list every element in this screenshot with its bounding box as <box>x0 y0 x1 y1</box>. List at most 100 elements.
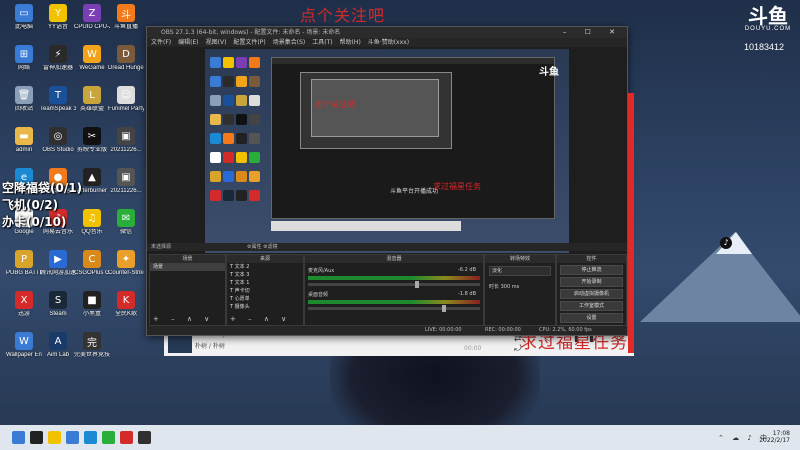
desktop-icon[interactable]: A Aim Lab <box>40 332 76 359</box>
desktop-icon[interactable]: ⊞ 网络 <box>6 45 42 72</box>
control-button[interactable]: 停止推流 <box>560 265 623 275</box>
controls-dock-title: 控件 <box>557 255 626 263</box>
volume-knob[interactable] <box>442 305 447 312</box>
taskbar-app-icon[interactable] <box>138 431 151 444</box>
desktop-icon-label: 雷神加速器 <box>42 65 73 71</box>
taskbar-app-icon[interactable] <box>84 431 97 444</box>
overlay-task-list: 空降福袋(0/1) 飞机(0/2) 办卡(0/10) <box>2 180 142 231</box>
desktop-icon[interactable]: X 迅游 <box>6 291 42 318</box>
app-icon: ■ <box>83 291 101 309</box>
desktop-icon[interactable]: Y YY语音 <box>40 4 76 31</box>
taskbar-app-icon[interactable] <box>120 431 133 444</box>
source-item[interactable]: T 文本 1 <box>227 279 303 287</box>
desktop-icon-label: 回收站 <box>14 106 33 112</box>
mixer-channel: 桌面音频 -1.8 dB <box>308 291 480 312</box>
app-icon: X <box>15 291 33 309</box>
red-edge-strip <box>628 93 634 353</box>
desktop-icon[interactable]: 完完美世界竞技平台 <box>74 332 110 359</box>
control-button[interactable]: 设置 <box>560 313 623 323</box>
desktop-icon[interactable]: ▶ 腾讯网游加速器 <box>40 250 76 277</box>
nested-obs-window: 斗鱼平台开播成功 <box>271 57 555 219</box>
volume-knob[interactable] <box>414 281 419 288</box>
source-props-buttons[interactable]: ⚙属性 ⚙滤镜 <box>247 243 278 251</box>
desktop-icon[interactable]: ■ 小黑盒 <box>74 291 110 318</box>
transition-select[interactable]: 淡化 <box>489 266 551 276</box>
desktop-icon[interactable]: L 英雄联盟 <box>74 86 110 113</box>
desktop-icon[interactable]: ☺ Funimel Party <box>108 86 144 113</box>
window-controls[interactable]: – ☐ ✕ <box>563 27 623 38</box>
menu-item[interactable]: 斗鱼·赞助(xxx) <box>368 39 409 46</box>
taskbar-app-icon[interactable] <box>66 431 79 444</box>
desktop-icon-label: 英雄联盟 <box>79 106 104 112</box>
scene-item[interactable]: 场景 <box>150 263 225 271</box>
status-rec: REC: 00:00:00 <box>485 327 521 333</box>
preview-app-icon <box>249 171 260 182</box>
preview-app-icon <box>249 152 260 163</box>
source-item[interactable]: T 文本 3 <box>227 271 303 279</box>
desktop-icon[interactable]: D Dread Hunger <box>108 45 144 72</box>
desktop-icon[interactable]: ▣ 20211226... <box>108 127 144 154</box>
source-item[interactable]: T 心愿单 <box>227 295 303 303</box>
taskbar-app-icon[interactable] <box>48 431 61 444</box>
desktop-icon[interactable]: ◎ OBS Studio <box>40 127 76 154</box>
controls-dock: 控件 停止推流开始录制启动虚拟摄像机工作室模式设置退出 <box>556 254 627 335</box>
taskbar-app-icon[interactable] <box>30 431 43 444</box>
mixer-dock-title: 混音器 <box>305 255 483 263</box>
menu-item[interactable]: 场景集合(S) <box>273 39 306 46</box>
channel-name: 桌面音频 <box>308 292 329 298</box>
desktop-icon[interactable]: ▬ admin <box>6 127 42 154</box>
app-icon: ☺ <box>117 86 135 104</box>
menu-item[interactable]: 帮助(H) <box>340 39 361 46</box>
desktop-icon[interactable]: ▭ 此电脑 <box>6 4 42 31</box>
taskbar-app-icon[interactable] <box>102 431 115 444</box>
volume-slider[interactable] <box>308 281 480 288</box>
obs-titlebar[interactable]: OBS 27.1.3 (64-bit, windows) - 配置文件: 未命名… <box>147 27 627 38</box>
menu-item[interactable]: 文件(F) <box>151 39 171 46</box>
desktop-icon[interactable]: W Wallpaper Engine <box>6 332 42 359</box>
controls-buttons: 停止推流开始录制启动虚拟摄像机工作室模式设置退出 <box>557 265 626 335</box>
preview-screen: 斗鱼平台开播成功 点个关注吧 求过福星任务 斗鱼 <box>205 49 569 253</box>
desktop-icon[interactable]: C CSGOPlus Global Offe <box>74 250 110 277</box>
desktop-icon[interactable]: W WeGame <box>74 45 110 72</box>
taskbar-app-icon[interactable] <box>12 431 25 444</box>
menu-item[interactable]: 视图(V) <box>206 39 227 46</box>
source-item[interactable]: T 声卡切 <box>227 287 303 295</box>
desktop-icon[interactable]: 🗑 回收站 <box>6 86 42 113</box>
desktop-icon[interactable]: P PUBG BATTLEGR... <box>6 250 42 277</box>
preview-app-icon <box>223 152 234 163</box>
volume-slider[interactable] <box>308 305 480 312</box>
source-item[interactable]: T 文本 2 <box>227 263 303 271</box>
preview-app-icon <box>223 190 234 201</box>
menu-item[interactable]: 工具(T) <box>312 39 332 46</box>
app-icon: A <box>49 332 67 350</box>
desktop-icon[interactable]: T TeamSpeak 3 <box>40 86 76 113</box>
preview-app-icon <box>236 171 247 182</box>
preview-app-icon <box>236 133 247 144</box>
menu-item[interactable]: 编辑(E) <box>178 39 198 46</box>
desktop-icon[interactable]: ⚡ 雷神加速器 <box>40 45 76 72</box>
desktop-icon[interactable]: K 全民K歌 <box>108 291 144 318</box>
obs-preview[interactable]: 斗鱼平台开播成功 点个关注吧 求过福星任务 斗鱼 <box>205 49 569 253</box>
desktop-icon-label: TeamSpeak 3 <box>40 106 76 112</box>
app-icon: ▭ <box>15 4 33 22</box>
control-button[interactable]: 开始录制 <box>560 277 623 287</box>
desktop-icon-label: 腾讯网游加速器 <box>40 270 76 276</box>
duration-value[interactable]: 300 ms <box>501 284 520 290</box>
desktop-icon-label: WeGame <box>79 65 105 71</box>
control-button[interactable]: 启动虚拟摄像机 <box>560 289 623 299</box>
desktop-icon[interactable]: S Steam <box>40 291 76 318</box>
taskbar-clock[interactable]: 17:08 2022/2/17 <box>759 430 790 444</box>
duration-label: 时长 300 ms <box>489 284 520 290</box>
desktop-icon[interactable]: 斗斗鱼直播 <box>108 4 144 31</box>
desktop-icon-label: Wallpaper Engine <box>6 352 42 358</box>
scenes-footer-controls[interactable]: + – ∧ ∨ <box>153 315 214 323</box>
control-button[interactable]: 工作室模式 <box>560 301 623 311</box>
desktop-icon[interactable]: ✂ 剪映专业版 <box>74 127 110 154</box>
preview-app-icon <box>223 95 234 106</box>
menu-item[interactable]: 配置文件(P) <box>233 39 265 46</box>
source-item[interactable]: T 摄像头 <box>227 303 303 311</box>
desktop-icon[interactable]: Z CPUID CPU-Z <box>74 4 110 31</box>
sources-footer-controls[interactable]: + – ∧ ∨ <box>230 315 291 323</box>
desktop-icon[interactable]: ✦ Counter-Strike <box>108 250 144 277</box>
app-icon: S <box>49 291 67 309</box>
